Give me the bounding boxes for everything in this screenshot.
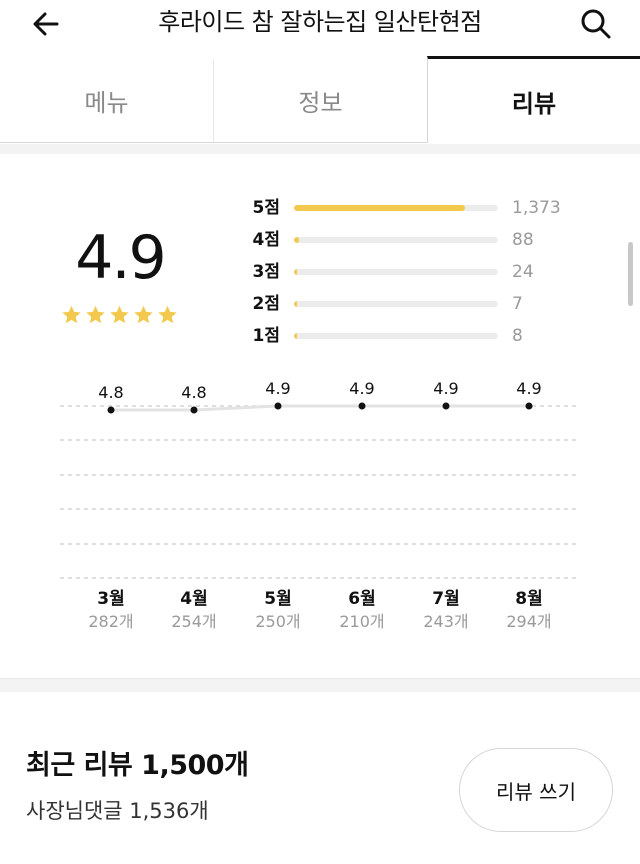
month-column: 3월 282개 xyxy=(76,588,146,634)
month-column: 4월 254개 xyxy=(159,588,229,634)
distribution-bar-track xyxy=(294,333,498,339)
monthly-rating-chart: 4.8 4.8 4.9 4.9 4.9 4.9 xyxy=(60,379,578,579)
write-review-button[interactable]: 리뷰 쓰기 xyxy=(459,748,613,832)
trend-value-label: 4.9 xyxy=(265,379,290,398)
page-title: 후라이드 참 잘하는집 일산탄현점 xyxy=(158,8,482,36)
month-label: 3월 xyxy=(97,589,125,609)
distribution-row: 3점 24 xyxy=(240,260,580,284)
month-label: 6월 xyxy=(348,589,376,609)
star-icon xyxy=(110,305,129,324)
trend-point xyxy=(525,402,533,410)
distribution-bar-track xyxy=(294,301,498,307)
tab-bar: 메뉴 정보 리뷰 xyxy=(0,56,640,144)
tab-info[interactable]: 정보 xyxy=(214,59,427,143)
search-button[interactable] xyxy=(574,4,618,44)
month-label: 5월 xyxy=(264,589,292,609)
distribution-bar-fill xyxy=(294,237,300,243)
month-review-count: 243개 xyxy=(423,612,469,631)
tab-review[interactable]: 리뷰 xyxy=(427,56,640,143)
trend-point xyxy=(190,406,198,414)
month-review-count: 250개 xyxy=(255,612,301,631)
distribution-bar-track xyxy=(294,269,498,275)
distribution-bar-fill xyxy=(294,301,298,307)
star-icon xyxy=(62,305,81,324)
back-button[interactable] xyxy=(26,4,66,44)
trend-value-label: 4.8 xyxy=(98,383,123,402)
scrollbar[interactable] xyxy=(628,242,633,306)
trend-value-label: 4.8 xyxy=(181,383,206,402)
trend-point xyxy=(107,406,115,414)
distribution-label: 2점 xyxy=(252,294,280,314)
distribution-bar-fill xyxy=(294,269,298,275)
star-icon xyxy=(86,305,105,324)
month-column: 8월 294개 xyxy=(494,588,564,634)
distribution-count: 1,373 xyxy=(512,198,561,218)
month-column: 7월 243개 xyxy=(411,588,481,634)
tab-menu[interactable]: 메뉴 xyxy=(0,59,214,143)
month-review-count: 254개 xyxy=(171,612,217,631)
distribution-label: 1점 xyxy=(252,326,280,346)
distribution-bar-fill xyxy=(294,333,298,339)
search-icon xyxy=(581,9,611,39)
distribution-label: 4점 xyxy=(252,230,280,250)
arrow-left-icon xyxy=(33,12,59,36)
month-label: 8월 xyxy=(515,589,543,609)
owner-reply-count: 사장님댓글 1,536개 xyxy=(26,799,209,823)
distribution-label: 5점 xyxy=(252,198,280,218)
distribution-row: 2점 7 xyxy=(240,292,580,316)
distribution-row: 5점 1,373 xyxy=(240,196,580,220)
section-divider-2 xyxy=(0,678,640,692)
distribution-bar-fill xyxy=(294,205,466,211)
trend-point xyxy=(358,402,366,410)
distribution-row: 4점 88 xyxy=(240,228,580,252)
distribution-count: 8 xyxy=(512,326,523,346)
month-review-count: 282개 xyxy=(88,612,134,631)
recent-review-count: 최근 리뷰 1,500개 xyxy=(26,750,249,781)
star-icon xyxy=(134,305,153,324)
distribution-bar-track xyxy=(294,205,498,211)
distribution-bar-track xyxy=(294,237,498,243)
average-rating: 4.9 xyxy=(75,223,166,293)
trend-value-label: 4.9 xyxy=(349,379,374,398)
month-label: 7월 xyxy=(432,589,460,609)
trend-point xyxy=(274,402,282,410)
month-review-count: 210개 xyxy=(339,612,385,631)
rating-stars xyxy=(60,304,179,326)
section-divider xyxy=(0,144,640,154)
trend-value-label: 4.9 xyxy=(516,379,541,398)
distribution-count: 7 xyxy=(512,294,523,314)
star-icon xyxy=(158,305,177,324)
distribution-count: 88 xyxy=(512,230,534,250)
trend-value-label: 4.9 xyxy=(433,379,458,398)
distribution-count: 24 xyxy=(512,262,534,282)
month-review-count: 294개 xyxy=(506,612,552,631)
trend-point xyxy=(442,402,450,410)
month-column: 6월 210개 xyxy=(327,588,397,634)
distribution-label: 3점 xyxy=(252,262,280,282)
distribution-row: 1점 8 xyxy=(240,324,580,348)
app-header: 후라이드 참 잘하는집 일산탄현점 xyxy=(0,0,640,50)
month-column: 5월 250개 xyxy=(243,588,313,634)
month-label: 4월 xyxy=(180,589,208,609)
